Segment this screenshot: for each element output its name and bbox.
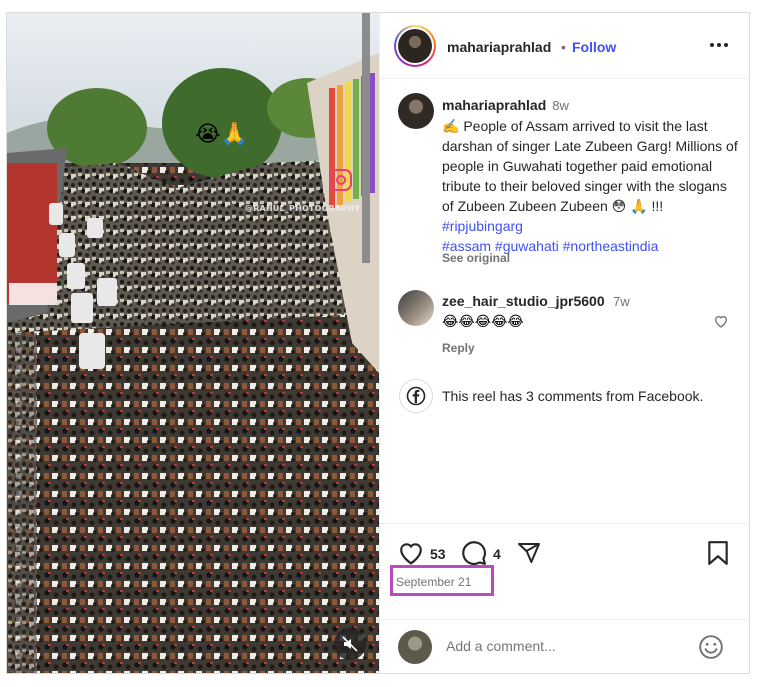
add-comment-bar xyxy=(380,619,750,673)
post-side-panel: mahariaprahlad • Follow mahariaprahlad 8w… xyxy=(379,13,750,673)
like-count[interactable]: 53 xyxy=(430,546,446,562)
emoji-smiley-icon[interactable] xyxy=(698,634,724,660)
mute-button[interactable] xyxy=(334,628,366,660)
post-actions: 53 4 September 21 xyxy=(380,523,750,619)
comment-like-heart-icon[interactable] xyxy=(713,313,729,329)
more-options-icon[interactable] xyxy=(707,35,731,55)
avatar xyxy=(398,29,432,63)
comment-bubble-icon[interactable] xyxy=(461,540,487,566)
share-paper-plane-icon[interactable] xyxy=(516,541,542,565)
hashtag-northeastindia[interactable]: #northeastindia xyxy=(563,238,659,254)
facebook-comments-notice: This reel has 3 comments from Facebook. xyxy=(442,388,704,404)
see-original-link[interactable]: See original xyxy=(442,251,510,265)
comment-input[interactable] xyxy=(446,635,686,657)
reply-button[interactable]: Reply xyxy=(442,341,475,355)
instagram-logo-icon xyxy=(330,169,352,191)
comment-time: 7w xyxy=(613,294,630,309)
follow-button[interactable]: Follow xyxy=(572,39,616,55)
caption-avatar[interactable] xyxy=(398,93,434,129)
caption-username[interactable]: mahariaprahlad xyxy=(442,97,546,113)
comment-username[interactable]: zee_hair_studio_jpr5600 xyxy=(442,293,605,309)
post-caption: mahariaprahlad 8w ✍️ People of Assam arri… xyxy=(442,95,742,256)
commenter-avatar[interactable] xyxy=(398,290,434,326)
post-media[interactable]: 😭🙏 @RAHUL_PHOTOGRAPHY xyxy=(7,13,379,673)
post-header: mahariaprahlad • Follow xyxy=(380,13,750,79)
crowd-photo xyxy=(7,13,379,673)
post-date[interactable]: September 21 xyxy=(396,575,471,589)
post-dialog: 😭🙏 @RAHUL_PHOTOGRAPHY mahariaprahlad • F… xyxy=(6,12,750,674)
header-separator: • xyxy=(561,39,566,55)
story-ring-avatar[interactable] xyxy=(394,25,436,67)
comment-count[interactable]: 4 xyxy=(493,546,501,562)
comment-text: 😂😂😂😂😂 xyxy=(442,313,524,329)
facebook-icon xyxy=(406,386,426,406)
media-watermark: @RAHUL_PHOTOGRAPHY xyxy=(245,204,361,213)
speaker-muted-icon xyxy=(342,636,358,652)
header-username[interactable]: mahariaprahlad xyxy=(447,39,551,55)
caption-text: ✍️ People of Assam arrived to visit the … xyxy=(442,118,738,214)
current-user-avatar xyxy=(398,630,432,664)
facebook-badge xyxy=(399,379,433,413)
caption-time: 8w xyxy=(552,98,569,113)
hashtag-ripjubingarg[interactable]: #ripjubingarg xyxy=(442,218,523,234)
save-bookmark-icon[interactable] xyxy=(707,540,729,566)
like-heart-icon[interactable] xyxy=(398,541,424,565)
media-emoji-overlay: 😭🙏 xyxy=(195,121,249,146)
